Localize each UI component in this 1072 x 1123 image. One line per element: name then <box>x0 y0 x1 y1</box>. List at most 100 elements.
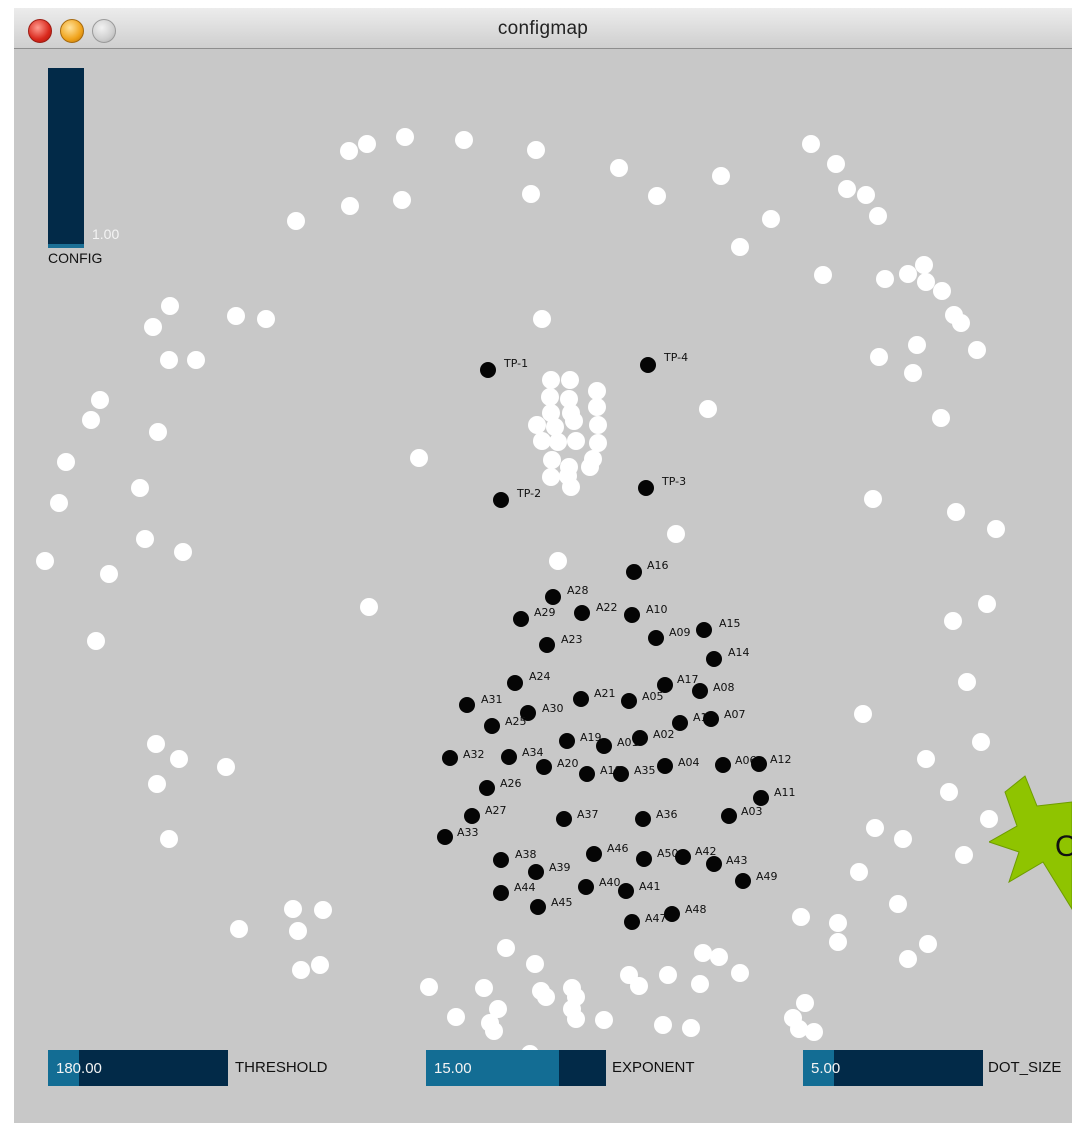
dot-size-slider[interactable]: 5.00 <box>803 1050 983 1086</box>
electrode-dot[interactable] <box>464 808 480 824</box>
electrode-dot[interactable] <box>573 691 589 707</box>
electrode-dot[interactable] <box>751 756 767 772</box>
electrode-dot[interactable] <box>442 750 458 766</box>
inactive-dot <box>420 978 438 996</box>
electrode-dot[interactable] <box>638 480 654 496</box>
electrode-dot[interactable] <box>657 758 673 774</box>
electrode-dot[interactable] <box>706 651 722 667</box>
electrode-dot[interactable] <box>545 589 561 605</box>
electrode-label: A24 <box>529 670 551 683</box>
electrode-dot[interactable] <box>493 492 509 508</box>
electrode-dot[interactable] <box>696 622 712 638</box>
electrode-dot[interactable] <box>703 711 719 727</box>
electrode-dot[interactable] <box>493 885 509 901</box>
electrode-dot[interactable] <box>559 733 575 749</box>
inactive-dot <box>796 994 814 1012</box>
inactive-dot <box>829 933 847 951</box>
electrode-dot[interactable] <box>635 811 651 827</box>
inactive-dot <box>917 273 935 291</box>
inactive-dot <box>489 1000 507 1018</box>
threshold-slider[interactable]: 180.00 <box>48 1050 228 1086</box>
electrode-label: TP-3 <box>661 475 686 488</box>
electrode-dot[interactable] <box>501 749 517 765</box>
electrode-dot[interactable] <box>618 883 634 899</box>
electrode-dot[interactable] <box>664 906 680 922</box>
exponent-slider[interactable]: 15.00 <box>426 1050 606 1086</box>
electrode-label: A09 <box>669 626 691 639</box>
electrode-label: A26 <box>500 777 522 790</box>
inactive-dot <box>682 1019 700 1037</box>
electrode-dot[interactable] <box>621 693 637 709</box>
electrode-dot[interactable] <box>632 730 648 746</box>
electrode-dot[interactable] <box>586 846 602 862</box>
electrode-dot[interactable] <box>528 864 544 880</box>
electrode-dot[interactable] <box>675 849 691 865</box>
inactive-dot <box>447 1008 465 1026</box>
badge-text: O <box>1055 830 1072 863</box>
inactive-dot <box>654 1016 672 1034</box>
inactive-dot <box>410 449 428 467</box>
electrode-dot[interactable] <box>596 738 612 754</box>
electrode-dot[interactable] <box>648 630 664 646</box>
inactive-dot <box>917 750 935 768</box>
inactive-dot <box>533 310 551 328</box>
electrode-dot[interactable] <box>539 637 555 653</box>
electrode-dot[interactable] <box>556 811 572 827</box>
inactive-dot <box>932 409 950 427</box>
electrode-dot[interactable] <box>513 611 529 627</box>
inactive-dot <box>542 371 560 389</box>
inactive-dot <box>541 388 559 406</box>
electrode-dot[interactable] <box>579 766 595 782</box>
inactive-dot <box>36 552 54 570</box>
electrode-dot[interactable] <box>493 852 509 868</box>
electrode-label: A10 <box>646 603 668 616</box>
electrode-label: A27 <box>485 804 507 817</box>
electrode-dot[interactable] <box>672 715 688 731</box>
electrode-dot[interactable] <box>753 790 769 806</box>
electrode-label: A04 <box>678 756 700 769</box>
inactive-dot <box>289 922 307 940</box>
electrode-dot[interactable] <box>706 856 722 872</box>
electrode-dot[interactable] <box>459 697 475 713</box>
inactive-dot <box>136 530 154 548</box>
inactive-dot <box>802 135 820 153</box>
electrode-dot[interactable] <box>530 899 546 915</box>
inactive-dot <box>341 197 359 215</box>
inactive-dot <box>829 914 847 932</box>
electrode-dot[interactable] <box>624 914 640 930</box>
electrode-label: A28 <box>567 584 589 597</box>
electrode-dot[interactable] <box>536 759 552 775</box>
inactive-dot <box>762 210 780 228</box>
electrode-dot[interactable] <box>507 675 523 691</box>
electrode-label: A17 <box>677 673 699 686</box>
electrode-dot[interactable] <box>574 605 590 621</box>
electrode-label: A39 <box>549 861 571 874</box>
inactive-dot <box>497 939 515 957</box>
inactive-dot <box>588 398 606 416</box>
electrode-dot[interactable] <box>479 780 495 796</box>
electrode-dot[interactable] <box>480 362 496 378</box>
electrode-dot[interactable] <box>640 357 656 373</box>
electrode-dot[interactable] <box>624 607 640 623</box>
inactive-dot <box>827 155 845 173</box>
electrode-dot[interactable] <box>613 766 629 782</box>
inactive-dot <box>100 565 118 583</box>
electrode-dot[interactable] <box>484 718 500 734</box>
inactive-dot <box>731 238 749 256</box>
electrode-dot[interactable] <box>735 873 751 889</box>
electrode-dot[interactable] <box>721 808 737 824</box>
inactive-dot <box>857 186 875 204</box>
electrode-dot[interactable] <box>636 851 652 867</box>
electrode-dot[interactable] <box>657 677 673 693</box>
electrode-label: A15 <box>719 617 741 630</box>
electrode-label: A21 <box>594 687 616 700</box>
electrode-label: A05 <box>642 690 664 703</box>
electrode-dot[interactable] <box>626 564 642 580</box>
inactive-dot <box>526 955 544 973</box>
title-bar[interactable]: configmap <box>14 8 1072 49</box>
electrode-dot[interactable] <box>692 683 708 699</box>
electrode-dot[interactable] <box>578 879 594 895</box>
electrode-dot[interactable] <box>715 757 731 773</box>
config-slider[interactable] <box>48 68 84 248</box>
electrode-dot[interactable] <box>437 829 453 845</box>
